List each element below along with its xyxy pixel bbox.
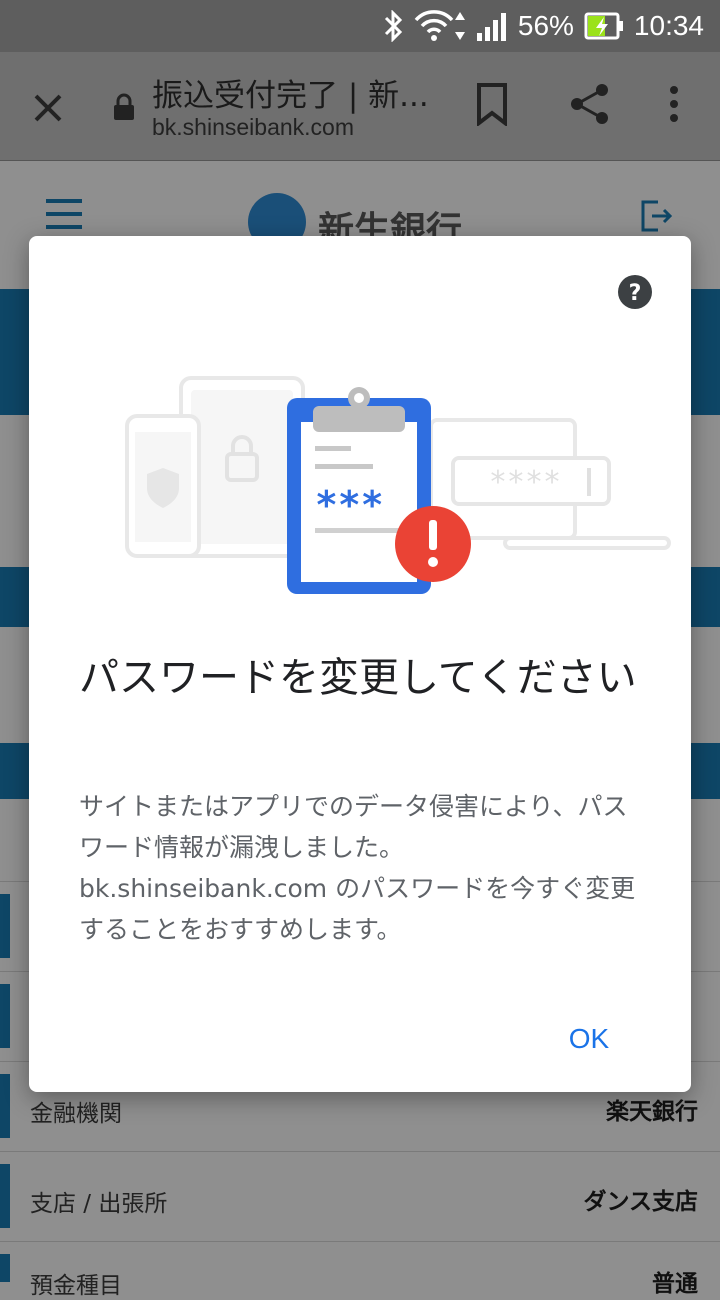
clock: 10:34 <box>633 10 704 41</box>
row-marker <box>0 984 10 1048</box>
dialog-title: パスワードを変更してください <box>79 655 637 701</box>
row-marker <box>0 894 10 958</box>
more-options-icon[interactable] <box>664 84 684 128</box>
status-bar: 56% 10:34 <box>0 0 720 52</box>
url-text[interactable]: bk.shinseibank.com <box>152 114 354 141</box>
table-row: 預金種目 普通 <box>0 1241 720 1299</box>
hamburger-menu-icon[interactable] <box>46 199 82 229</box>
battery-charging-icon <box>584 11 624 41</box>
signal-icon <box>476 11 508 41</box>
illustration-field-text: **** <box>489 465 561 500</box>
password-leak-dialog: ? **** *** パスワードを変更してください サイトまたはアプリでのデータ… <box>29 236 691 1092</box>
logout-icon[interactable] <box>640 199 674 233</box>
share-icon[interactable] <box>568 82 612 126</box>
help-icon[interactable]: ? <box>617 274 653 310</box>
battery-percent: 56% <box>517 10 574 41</box>
illustration-clipboard-text: *** <box>315 483 384 527</box>
row-marker <box>0 1164 10 1228</box>
page-title: 振込受付完了 | 新... <box>152 78 429 114</box>
ok-button[interactable]: OK <box>551 1014 627 1064</box>
table-row: 支店 / 出張所 ダンス支店 <box>0 1151 720 1242</box>
row-marker <box>0 1074 10 1138</box>
row-label: 預金種目 <box>30 1273 122 1299</box>
lock-icon[interactable] <box>112 92 136 122</box>
browser-toolbar: 振込受付完了 | 新... bk.shinseibank.com <box>0 52 720 161</box>
wifi-icon <box>414 10 466 42</box>
row-label: 金融機関 <box>30 1101 122 1127</box>
bookmark-icon[interactable] <box>474 82 510 128</box>
row-marker <box>0 1254 10 1282</box>
close-tab-icon[interactable] <box>24 84 72 132</box>
password-breach-illustration: **** *** <box>125 376 671 594</box>
bluetooth-icon <box>382 10 404 42</box>
svg-text:?: ? <box>629 281 642 306</box>
row-label: 支店 / 出張所 <box>30 1191 168 1217</box>
row-value: 普通 <box>652 1271 698 1297</box>
row-value: 楽天銀行 <box>606 1099 698 1125</box>
row-value: ダンス支店 <box>583 1189 698 1215</box>
dialog-message: サイトまたはアプリでのデータ侵害により、パスワード情報が漏洩しました。bk.sh… <box>79 792 636 944</box>
